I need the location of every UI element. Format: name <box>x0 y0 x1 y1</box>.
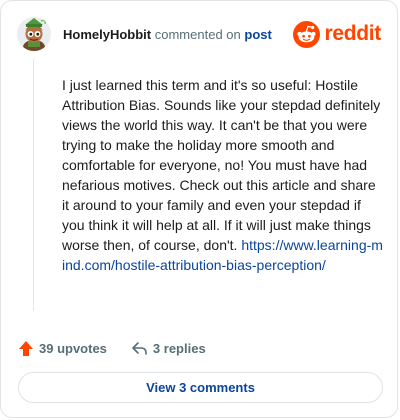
username-link[interactable]: HomelyHobbit <box>63 27 151 42</box>
avatar-image <box>17 17 51 51</box>
comment-card: HomelyHobbit commented on post reddit I … <box>0 0 398 418</box>
action-text: commented on <box>154 27 241 42</box>
comment-text: I just learned this term and it's so use… <box>62 77 381 253</box>
replies-button[interactable]: 3 replies <box>131 341 206 356</box>
avatar[interactable] <box>17 17 51 51</box>
comment-header: HomelyHobbit commented on post reddit <box>17 17 381 51</box>
reply-arrow-icon <box>132 341 147 355</box>
reddit-alien-icon <box>293 20 321 48</box>
post-link[interactable]: post <box>244 27 271 42</box>
view-comments-button[interactable]: View 3 comments <box>18 372 383 403</box>
reddit-logo[interactable]: reddit <box>293 20 381 48</box>
thread-line[interactable] <box>33 59 34 311</box>
reddit-wordmark: reddit <box>324 22 381 45</box>
comment-meta: HomelyHobbit commented on post <box>63 27 272 43</box>
reply-count: 3 replies <box>152 340 206 356</box>
upvote-button[interactable]: 39 upvotes <box>18 340 107 357</box>
upvote-count: 39 upvotes <box>39 340 107 356</box>
comment-actions: 39 upvotes 3 replies <box>18 338 206 358</box>
comment-body: I just learned this term and it's so use… <box>62 75 384 275</box>
upvote-arrow-icon <box>19 340 33 356</box>
